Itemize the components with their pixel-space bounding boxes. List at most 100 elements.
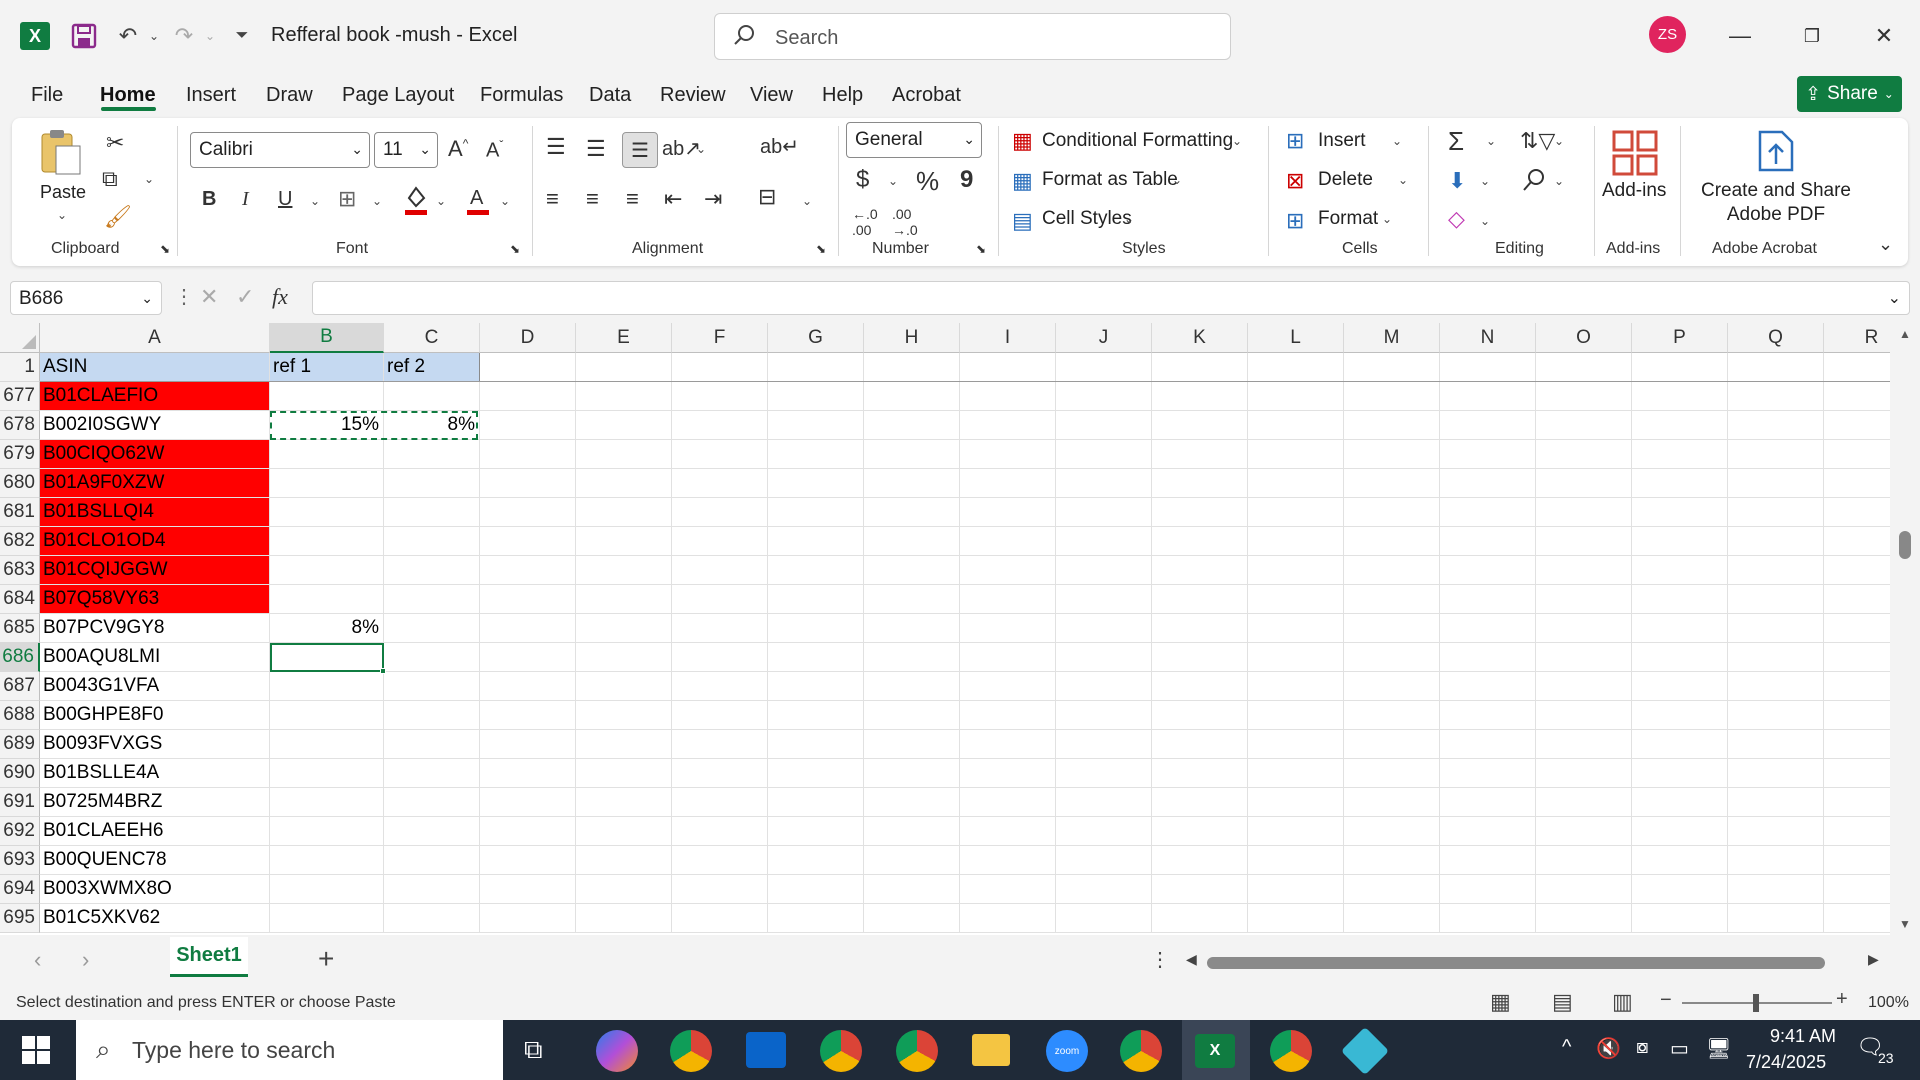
cell-n685[interactable]	[1440, 614, 1536, 643]
cell-n687[interactable]	[1440, 672, 1536, 701]
insert-cells-button[interactable]: Insert	[1318, 130, 1366, 152]
cell-j684[interactable]	[1056, 585, 1152, 614]
prev-sheet-icon[interactable]: ‹	[34, 947, 41, 973]
avatar[interactable]: ZS	[1649, 16, 1686, 53]
cell-a694[interactable]: B003XWMX8O	[40, 875, 270, 904]
cell-m685[interactable]	[1344, 614, 1440, 643]
cell-f684[interactable]	[672, 585, 768, 614]
format-cells-button[interactable]: Format	[1318, 208, 1378, 230]
cell-b1[interactable]: ref 1	[270, 353, 384, 382]
decrease-indent-icon[interactable]: ⇤	[664, 186, 682, 212]
column-header-l[interactable]: L	[1248, 323, 1344, 353]
cell-c685[interactable]	[384, 614, 480, 643]
cell-a693[interactable]: B00QUENC78	[40, 846, 270, 875]
cell-b684[interactable]	[270, 585, 384, 614]
cell-m692[interactable]	[1344, 817, 1440, 846]
cell-p682[interactable]	[1632, 527, 1728, 556]
copilot-icon[interactable]	[596, 1030, 638, 1072]
cell-j682[interactable]	[1056, 527, 1152, 556]
middle-align-icon[interactable]: ☰	[586, 136, 606, 162]
cell-l695[interactable]	[1248, 904, 1344, 933]
tab-acrobat[interactable]: Acrobat	[892, 84, 961, 107]
chrome-icon[interactable]	[1270, 1030, 1312, 1072]
cell-o681[interactable]	[1536, 498, 1632, 527]
confirm-entry-icon[interactable]: ✓	[236, 284, 254, 310]
cell-o680[interactable]	[1536, 469, 1632, 498]
cell-i687[interactable]	[960, 672, 1056, 701]
fill-dropdown-icon[interactable]: ⌄	[1480, 174, 1490, 188]
sheet-options-icon[interactable]: ⋮	[1150, 947, 1170, 972]
cell-d678[interactable]	[480, 411, 576, 440]
font-color-dropdown-icon[interactable]: ⌄	[500, 194, 510, 208]
cell-c677[interactable]	[384, 382, 480, 411]
cell-j695[interactable]	[1056, 904, 1152, 933]
row-header[interactable]: 683	[0, 556, 40, 585]
cell-q1[interactable]	[1728, 353, 1824, 382]
format-as-table-dropdown-icon[interactable]: ⌄	[1172, 173, 1182, 187]
cell-j692[interactable]	[1056, 817, 1152, 846]
add-sheet-icon[interactable]: +	[318, 943, 334, 975]
cell-a692[interactable]: B01CLAEEH6	[40, 817, 270, 846]
cell-h694[interactable]	[864, 875, 960, 904]
copy-icon[interactable]: ⧉	[102, 166, 118, 192]
cell-g680[interactable]	[768, 469, 864, 498]
cell-k694[interactable]	[1152, 875, 1248, 904]
battery-icon[interactable]: ▭	[1670, 1036, 1689, 1061]
cell-h1[interactable]	[864, 353, 960, 382]
cell-n678[interactable]	[1440, 411, 1536, 440]
row-header[interactable]: 694	[0, 875, 40, 904]
align-center-icon[interactable]: ≡	[586, 186, 599, 212]
cell-i1[interactable]	[960, 353, 1056, 382]
cell-p691[interactable]	[1632, 788, 1728, 817]
cell-m690[interactable]	[1344, 759, 1440, 788]
format-as-table-button[interactable]: Format as Table	[1042, 169, 1178, 191]
cell-r677[interactable]	[1824, 382, 1890, 411]
cell-h691[interactable]	[864, 788, 960, 817]
cell-e689[interactable]	[576, 730, 672, 759]
vertical-scrollbar[interactable]: ▲ ▼	[1890, 323, 1920, 935]
cell-j693[interactable]	[1056, 846, 1152, 875]
cell-d694[interactable]	[480, 875, 576, 904]
cell-i682[interactable]	[960, 527, 1056, 556]
delete-dropdown-icon[interactable]: ⌄	[1398, 173, 1408, 187]
more-options-icon[interactable]: ⋮	[174, 284, 194, 309]
cell-a695[interactable]: B01C5XKV62	[40, 904, 270, 933]
cell-l683[interactable]	[1248, 556, 1344, 585]
format-as-table-icon[interactable]: ▦	[1012, 168, 1033, 194]
cell-k679[interactable]	[1152, 440, 1248, 469]
cell-q678[interactable]	[1728, 411, 1824, 440]
cell-j689[interactable]	[1056, 730, 1152, 759]
cell-q691[interactable]	[1728, 788, 1824, 817]
zoom-out-icon[interactable]: −	[1660, 989, 1672, 1012]
cell-d691[interactable]	[480, 788, 576, 817]
paste-icon[interactable]	[40, 128, 82, 176]
font-launcher-icon[interactable]: ⬊	[510, 242, 520, 256]
cell-m684[interactable]	[1344, 585, 1440, 614]
create-share-pdf-line2[interactable]: Adobe PDF	[1696, 204, 1856, 226]
cell-j680[interactable]	[1056, 469, 1152, 498]
close-icon[interactable]: ✕	[1866, 18, 1902, 54]
cell-k678[interactable]	[1152, 411, 1248, 440]
cell-i689[interactable]	[960, 730, 1056, 759]
cell-a690[interactable]: B01BSLLE4A	[40, 759, 270, 788]
zoom-level[interactable]: 100%	[1868, 994, 1909, 1012]
cell-m677[interactable]	[1344, 382, 1440, 411]
clipboard-launcher-icon[interactable]: ⬊	[160, 242, 170, 256]
cell-r690[interactable]	[1824, 759, 1890, 788]
cell-e687[interactable]	[576, 672, 672, 701]
cell-k687[interactable]	[1152, 672, 1248, 701]
paste-dropdown-icon[interactable]: ⌄	[57, 208, 67, 222]
cell-g690[interactable]	[768, 759, 864, 788]
row-header[interactable]: 685	[0, 614, 40, 643]
cell-f693[interactable]	[672, 846, 768, 875]
cell-l693[interactable]	[1248, 846, 1344, 875]
cell-e691[interactable]	[576, 788, 672, 817]
cell-h684[interactable]	[864, 585, 960, 614]
cell-f680[interactable]	[672, 469, 768, 498]
cell-l694[interactable]	[1248, 875, 1344, 904]
column-header-n[interactable]: N	[1440, 323, 1536, 353]
cell-l685[interactable]	[1248, 614, 1344, 643]
cell-f691[interactable]	[672, 788, 768, 817]
cell-n694[interactable]	[1440, 875, 1536, 904]
cell-b691[interactable]	[270, 788, 384, 817]
